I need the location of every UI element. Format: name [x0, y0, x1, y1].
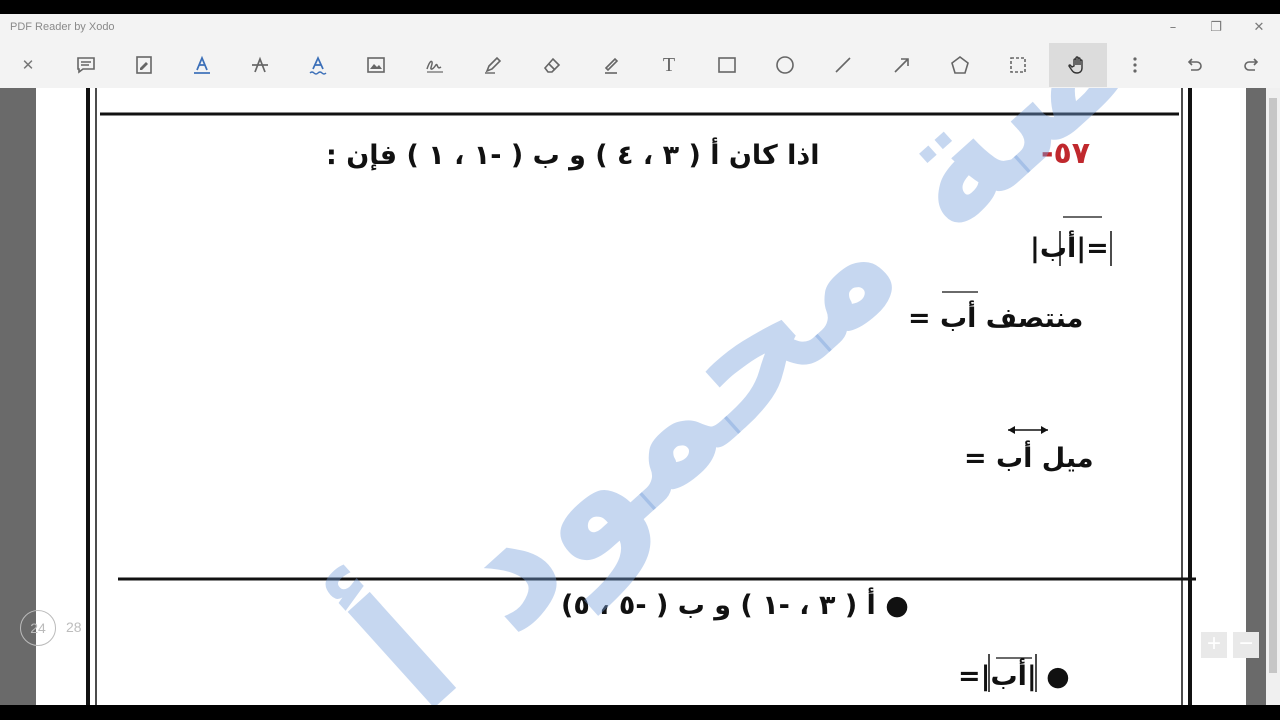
ellipse-icon: [776, 56, 794, 74]
bottom-black-bar: [0, 705, 1280, 720]
highlighter-tool[interactable]: [595, 49, 627, 81]
problem-statement: اذا كان أ ( ٣ ، ٤ ) و ب ( -١ ، ١ ) فإن :: [326, 140, 820, 171]
problem-number: ٥٧-: [1041, 136, 1091, 171]
top-black-bar: [0, 0, 1280, 14]
comment-tool[interactable]: [70, 49, 102, 81]
slope-ab-line: ميل أب =: [964, 443, 1094, 474]
ink-note-tool[interactable]: [128, 49, 160, 81]
close-window-button[interactable]: ✕: [1244, 18, 1274, 38]
pdf-page[interactable]: ٥٧- اذا كان أ ( ٣ ، ٤ ) و ب ( -١ ، ١ ) ف…: [36, 88, 1246, 705]
line-tool[interactable]: [827, 49, 859, 81]
length-ab-line: =|أب|: [1030, 233, 1109, 264]
arrow-icon: [894, 58, 909, 73]
zoom-out-button[interactable]: −: [1233, 632, 1259, 658]
polygon-tool[interactable]: [944, 49, 976, 81]
minimize-button[interactable]: –: [1158, 18, 1188, 38]
ink-note-icon: [136, 56, 152, 74]
strikeout-icon: [252, 56, 268, 73]
close-icon: ✕: [21, 56, 35, 74]
comment-icon: [77, 57, 95, 74]
page-counter[interactable]: 24 28: [20, 610, 90, 648]
free-text-tool[interactable]: T: [653, 49, 685, 81]
underline-tool[interactable]: [186, 49, 218, 81]
total-pages: 28: [66, 619, 82, 635]
signature-tool[interactable]: [419, 49, 451, 81]
rectangle-icon: [718, 57, 736, 73]
eraser-icon: [543, 57, 561, 73]
document-viewer[interactable]: ٥٧- اذا كان أ ( ٣ ، ٤ ) و ب ( -١ ، ١ ) ف…: [0, 88, 1280, 705]
polygon-icon: [951, 56, 969, 74]
scrollbar-thumb[interactable]: [1269, 98, 1277, 673]
pan-hand-icon: [1068, 56, 1083, 74]
pen-tool[interactable]: [477, 49, 509, 81]
arrow-tool[interactable]: [886, 49, 918, 81]
squiggly-tool[interactable]: [302, 49, 334, 81]
vertical-scrollbar[interactable]: [1266, 88, 1280, 705]
bullet-length-ab: ● |أب|=: [958, 661, 1070, 692]
image-tool[interactable]: [360, 49, 392, 81]
zoom-in-button[interactable]: +: [1201, 632, 1227, 658]
pen-icon: [485, 56, 502, 74]
undo-button[interactable]: [1178, 49, 1210, 81]
app-title: PDF Reader by Xodo: [10, 21, 115, 33]
highlighter-icon: [604, 57, 619, 74]
image-icon: [367, 57, 385, 73]
squiggly-icon: [309, 55, 327, 75]
ellipse-tool[interactable]: [769, 49, 801, 81]
area-select-icon: [1010, 57, 1026, 73]
line-icon: [835, 57, 851, 73]
current-page-indicator[interactable]: 24: [20, 610, 56, 646]
more-icon: [1133, 57, 1137, 73]
more-tools-button[interactable]: [1119, 49, 1151, 81]
free-text-icon: T: [662, 53, 676, 76]
area-select-tool[interactable]: [1002, 49, 1034, 81]
midpoint-ab-line: منتصف أب =: [908, 303, 1084, 334]
signature-icon: [426, 60, 443, 73]
strikeout-tool[interactable]: [244, 49, 276, 81]
restore-button[interactable]: ❐: [1201, 18, 1231, 38]
close-toolbar-button[interactable]: ✕: [12, 49, 44, 81]
bullet-given-points: ● أ ( ٣ ، -١ ) و ب ( -٥ ، ٥): [561, 590, 909, 621]
annotation-toolbar: ✕ T: [0, 42, 1280, 89]
redo-icon: [1244, 58, 1259, 71]
rectangle-tool[interactable]: [711, 49, 743, 81]
redo-button[interactable]: [1236, 49, 1268, 81]
undo-icon: [1187, 58, 1202, 71]
eraser-tool[interactable]: [536, 49, 568, 81]
pan-tool[interactable]: [1049, 43, 1107, 87]
title-bar: PDF Reader by Xodo – ❐ ✕: [0, 14, 1280, 42]
text-underline-icon: [194, 55, 210, 74]
